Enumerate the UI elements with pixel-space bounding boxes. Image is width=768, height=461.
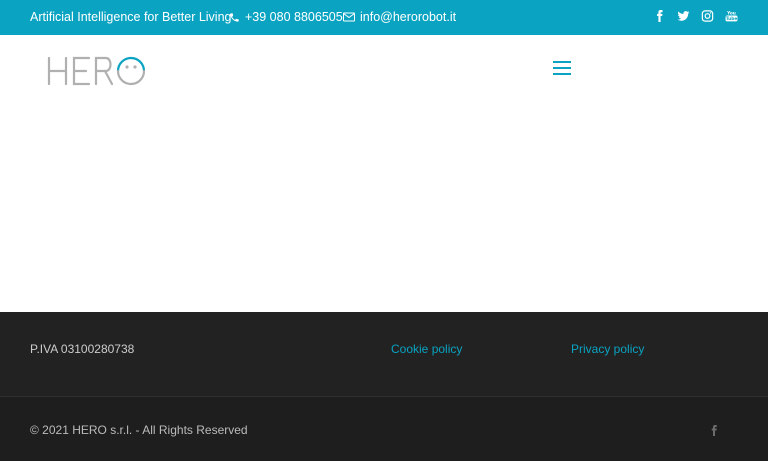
vat-number: P.IVA 03100280738 — [30, 342, 135, 356]
email-address: info@herorobot.it — [360, 10, 457, 24]
envelope-icon — [343, 12, 355, 22]
facebook-icon[interactable] — [708, 424, 720, 437]
hamburger-menu-icon[interactable] — [553, 61, 571, 75]
copyright-text: © 2021 HERO s.r.l. - All Rights Reserved — [30, 423, 248, 437]
social-links: You Tube — [653, 9, 738, 23]
tagline: Artificial Intelligence for Better Livin… — [30, 10, 232, 24]
footer-bottom: © 2021 HERO s.r.l. - All Rights Reserved — [0, 396, 768, 461]
privacy-policy-link[interactable]: Privacy policy — [571, 342, 644, 356]
phone-number: +39 080 8806505 — [245, 10, 343, 24]
twitter-icon[interactable] — [677, 9, 690, 23]
email-link[interactable]: info@herorobot.it — [343, 10, 456, 24]
instagram-icon[interactable] — [701, 9, 714, 23]
site-header — [0, 35, 768, 312]
top-bar: Artificial Intelligence for Better Livin… — [0, 0, 768, 35]
phone-link[interactable]: +39 080 8806505 — [229, 10, 343, 24]
svg-text:Tube: Tube — [726, 16, 738, 22]
footer-top: P.IVA 03100280738 Cookie policy Privacy … — [0, 312, 768, 396]
youtube-icon[interactable]: You Tube — [725, 9, 738, 23]
facebook-icon[interactable] — [653, 9, 666, 23]
cookie-policy-link[interactable]: Cookie policy — [391, 342, 462, 356]
hero-logo[interactable] — [46, 54, 148, 86]
phone-icon — [229, 12, 240, 23]
